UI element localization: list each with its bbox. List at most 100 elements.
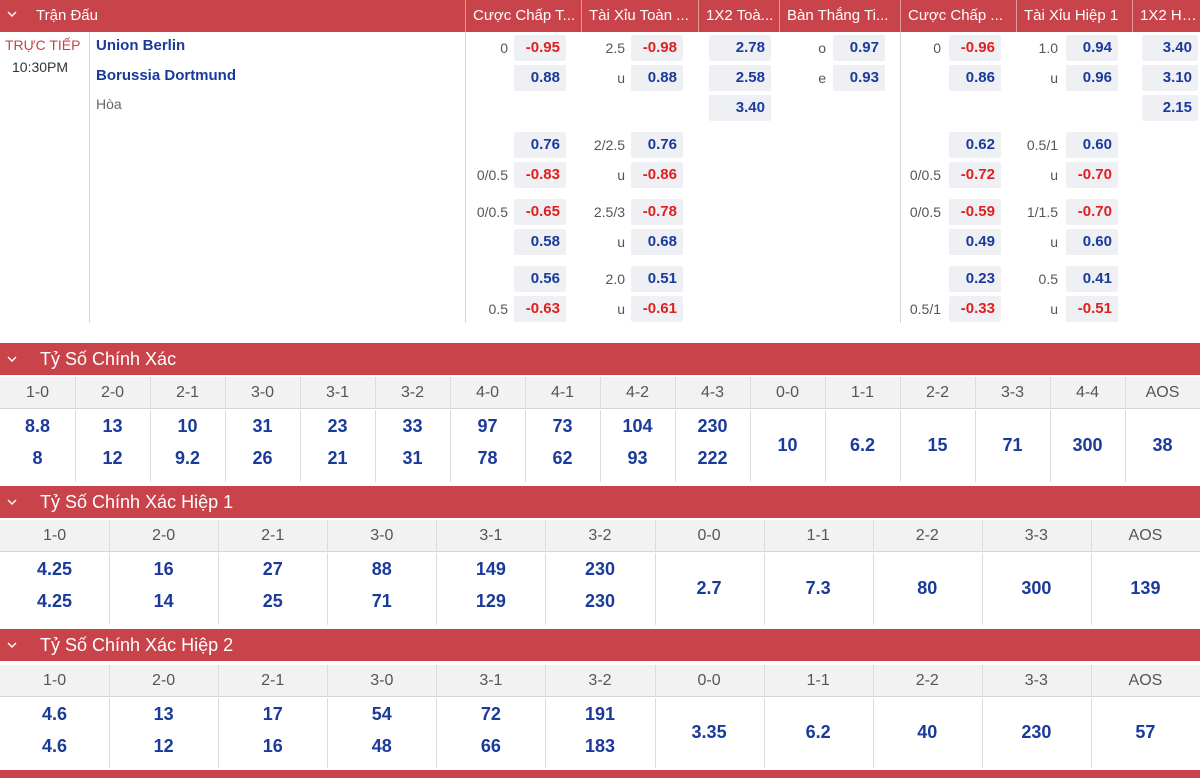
correct-score-header[interactable]: Tỷ Số Chính Xác — [0, 343, 1200, 375]
odds-cell[interactable]: 0.96 — [1066, 65, 1118, 91]
score-odds[interactable]: 10 — [150, 416, 225, 437]
score-odds[interactable]: 93 — [600, 448, 675, 469]
score-odds[interactable]: 3.35 — [655, 722, 764, 743]
score-odds[interactable]: 16 — [109, 559, 218, 580]
score-odds[interactable]: 230 — [982, 722, 1091, 743]
score-odds[interactable]: 97 — [450, 416, 525, 437]
score-odds[interactable]: 183 — [545, 736, 654, 757]
chevron-down-icon[interactable] — [6, 638, 18, 655]
chevron-down-icon[interactable] — [6, 495, 18, 512]
score-odds[interactable]: 13 — [109, 704, 218, 725]
score-odds[interactable]: 40 — [873, 722, 982, 743]
score-odds[interactable]: 222 — [675, 448, 750, 469]
score-odds[interactable]: 15 — [900, 435, 975, 456]
odds-cell[interactable]: 0.94 — [1066, 35, 1118, 61]
score-odds[interactable]: 23 — [300, 416, 375, 437]
score-odds[interactable]: 26 — [225, 448, 300, 469]
score-odds[interactable]: 71 — [975, 435, 1050, 456]
odds-cell[interactable]: 0.88 — [631, 65, 683, 91]
score-odds[interactable]: 13 — [75, 416, 150, 437]
odds-cell[interactable]: 0.62 — [949, 132, 1001, 158]
score-odds[interactable]: 129 — [436, 591, 545, 612]
score-odds[interactable]: 230 — [675, 416, 750, 437]
odds-cell[interactable]: 3.40 — [1142, 35, 1198, 61]
odds-cell[interactable]: 0.41 — [1066, 266, 1118, 292]
col-ah-full[interactable]: Cược Chấp T... — [465, 0, 580, 32]
score-odds[interactable]: 139 — [1091, 578, 1200, 599]
odds-cell[interactable]: -0.59 — [949, 199, 1001, 225]
score-odds[interactable]: 4.6 — [0, 704, 109, 725]
col-ah-h1[interactable]: Cược Chấp ... — [900, 0, 1015, 32]
match-column-header[interactable]: Trận Đấu — [28, 0, 328, 32]
score-odds[interactable]: 8 — [0, 448, 75, 469]
odds-cell[interactable]: 0.97 — [833, 35, 885, 61]
col-ou-full[interactable]: Tài Xỉu Toàn ... — [581, 0, 697, 32]
score-odds[interactable]: 300 — [982, 578, 1091, 599]
score-odds[interactable]: 191 — [545, 704, 654, 725]
odds-cell[interactable]: 0.56 — [514, 266, 566, 292]
odds-cell[interactable]: 0.76 — [514, 132, 566, 158]
odds-cell[interactable]: -0.83 — [514, 162, 566, 188]
col-ou-h1[interactable]: Tài Xỉu Hiệp 1 — [1016, 0, 1131, 32]
odds-cell[interactable]: -0.70 — [1066, 162, 1118, 188]
score-odds[interactable]: 62 — [525, 448, 600, 469]
score-odds[interactable]: 4.6 — [0, 736, 109, 757]
score-odds[interactable]: 7.3 — [764, 578, 873, 599]
col-goals[interactable]: Bàn Thắng Ti... — [779, 0, 899, 32]
odds-cell[interactable]: -0.78 — [631, 199, 683, 225]
chevron-down-icon[interactable] — [6, 8, 20, 22]
away-team[interactable]: Borussia Dortmund — [96, 67, 236, 84]
col-1x2-h1[interactable]: 1X2 Hiệ... — [1132, 0, 1200, 32]
odds-cell[interactable]: 0.60 — [1066, 229, 1118, 255]
score-odds[interactable]: 6.2 — [825, 435, 900, 456]
score-odds[interactable]: 48 — [327, 736, 436, 757]
odds-cell[interactable]: 0.93 — [833, 65, 885, 91]
score-odds[interactable]: 16 — [218, 736, 327, 757]
score-odds[interactable]: 230 — [545, 591, 654, 612]
score-odds[interactable]: 14 — [109, 591, 218, 612]
odds-cell[interactable]: 0.76 — [631, 132, 683, 158]
odds-cell[interactable]: -0.51 — [1066, 296, 1118, 322]
score-odds[interactable]: 71 — [327, 591, 436, 612]
odds-cell[interactable]: -0.95 — [514, 35, 566, 61]
score-odds[interactable]: 2.7 — [655, 578, 764, 599]
chevron-down-icon[interactable] — [6, 352, 18, 369]
odds-cell[interactable]: 0.51 — [631, 266, 683, 292]
odds-cell[interactable]: -0.86 — [631, 162, 683, 188]
score-odds[interactable]: 27 — [218, 559, 327, 580]
score-odds[interactable]: 12 — [75, 448, 150, 469]
odds-cell[interactable]: -0.61 — [631, 296, 683, 322]
score-odds[interactable]: 31 — [375, 448, 450, 469]
score-odds[interactable]: 6.2 — [764, 722, 873, 743]
score-odds[interactable]: 104 — [600, 416, 675, 437]
odds-cell[interactable]: 3.40 — [709, 95, 771, 121]
score-odds[interactable]: 12 — [109, 736, 218, 757]
score-odds[interactable]: 54 — [327, 704, 436, 725]
score-odds[interactable]: 72 — [436, 704, 545, 725]
score-odds[interactable]: 230 — [545, 559, 654, 580]
score-odds[interactable]: 80 — [873, 578, 982, 599]
odds-cell[interactable]: -0.33 — [949, 296, 1001, 322]
score-odds[interactable]: 25 — [218, 591, 327, 612]
odds-cell[interactable]: 0.68 — [631, 229, 683, 255]
odds-cell[interactable]: 2.15 — [1142, 95, 1198, 121]
odds-cell[interactable]: 3.10 — [1142, 65, 1198, 91]
score-odds[interactable]: 57 — [1091, 722, 1200, 743]
odds-cell[interactable]: 0.49 — [949, 229, 1001, 255]
odds-cell[interactable]: 0.88 — [514, 65, 566, 91]
odds-cell[interactable]: 0.60 — [1066, 132, 1118, 158]
score-odds[interactable]: 9.2 — [150, 448, 225, 469]
correct-score-h1-header[interactable]: Tỷ Số Chính Xác Hiệp 1 — [0, 486, 1200, 518]
score-odds[interactable]: 33 — [375, 416, 450, 437]
score-odds[interactable]: 73 — [525, 416, 600, 437]
score-odds[interactable]: 78 — [450, 448, 525, 469]
odds-cell[interactable]: 0.23 — [949, 266, 1001, 292]
score-odds[interactable]: 149 — [436, 559, 545, 580]
col-1x2-full[interactable]: 1X2 Toà... — [698, 0, 778, 32]
odds-cell[interactable]: -0.72 — [949, 162, 1001, 188]
odds-cell[interactable]: 0.86 — [949, 65, 1001, 91]
score-odds[interactable]: 10 — [750, 435, 825, 456]
score-odds[interactable]: 38 — [1125, 435, 1200, 456]
odds-cell[interactable]: -0.98 — [631, 35, 683, 61]
odds-cell[interactable]: -0.96 — [949, 35, 1001, 61]
